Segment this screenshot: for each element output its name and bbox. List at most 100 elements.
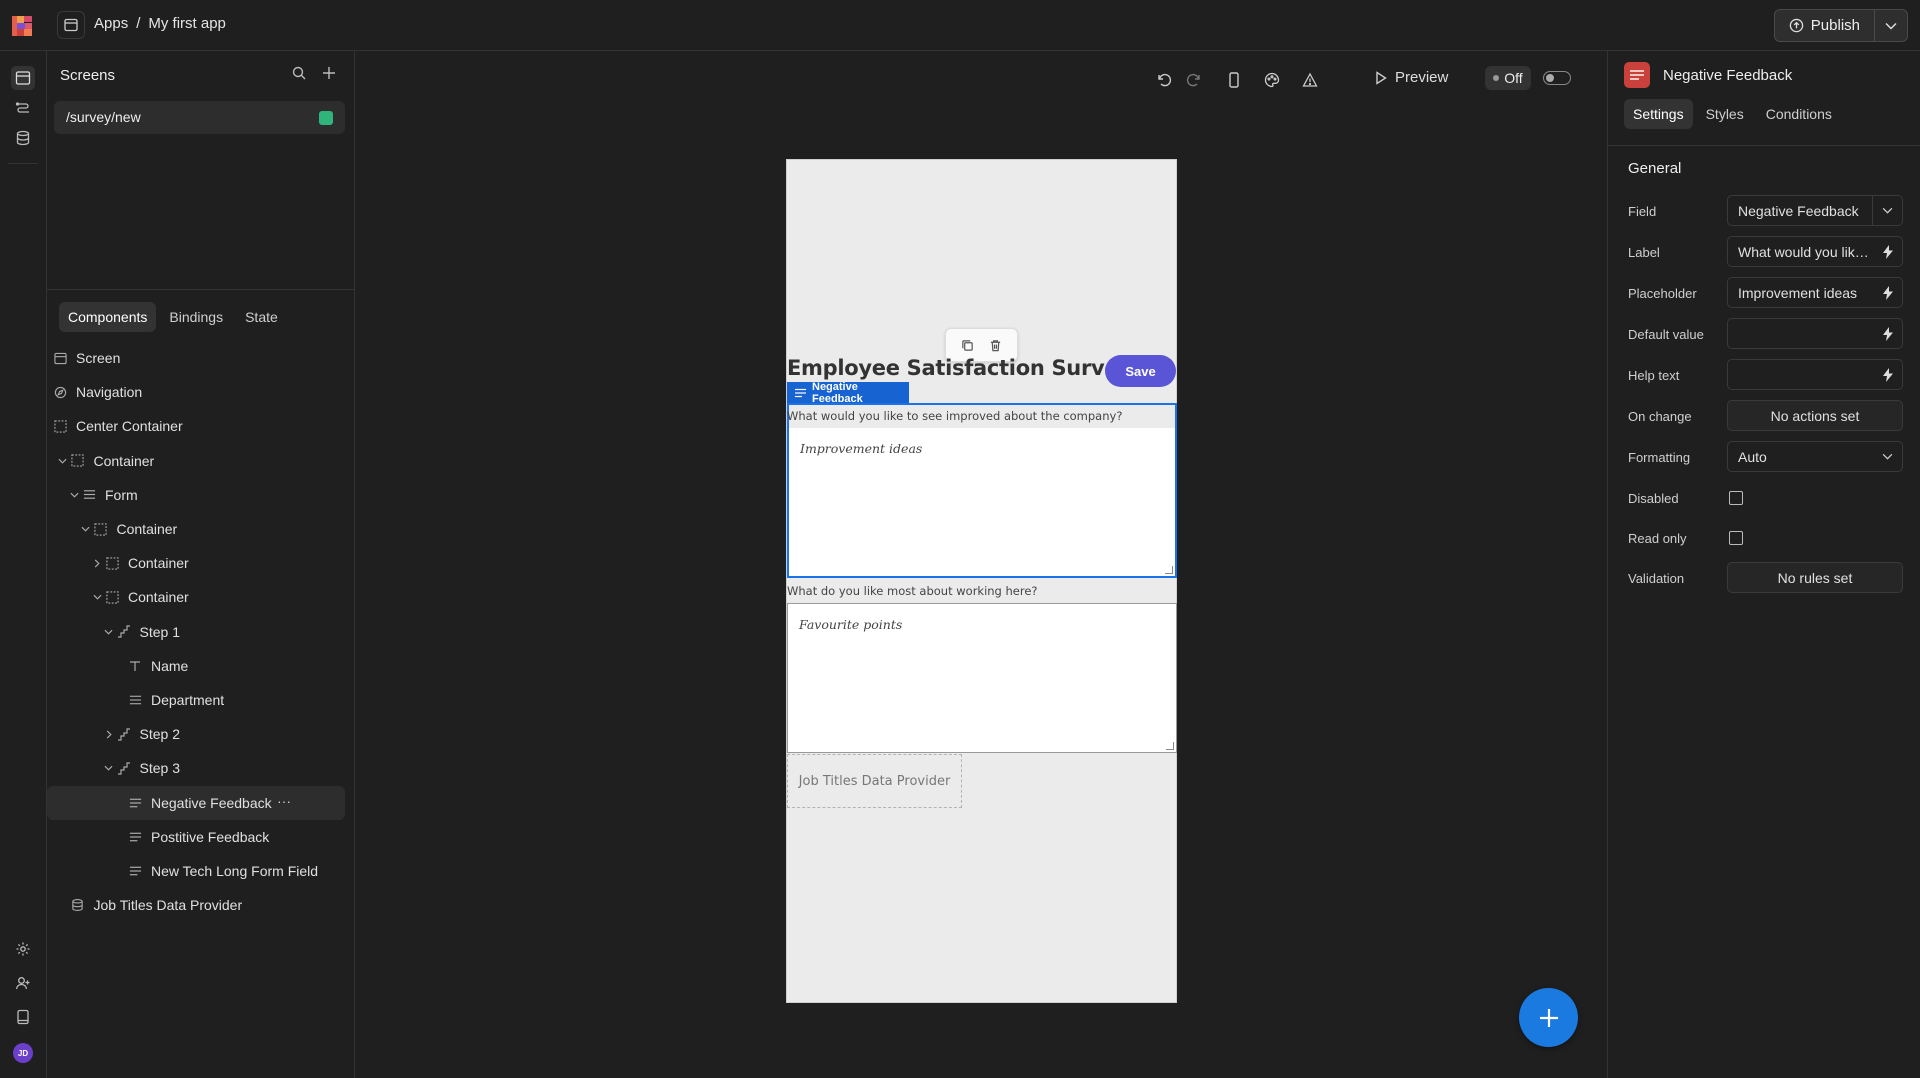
help-text-input[interactable] xyxy=(1727,359,1903,390)
flows-rail-icon[interactable] xyxy=(11,96,35,120)
screens-rail-icon[interactable] xyxy=(11,66,35,90)
chevron-down-icon[interactable] xyxy=(68,489,80,501)
chevron-down-icon[interactable] xyxy=(80,523,92,535)
placeholder-input[interactable]: Improvement ideas xyxy=(1727,277,1903,308)
tab-settings[interactable]: Settings xyxy=(1624,99,1693,129)
textarea-favourite[interactable]: Favourite points xyxy=(787,603,1177,753)
chevron-down-icon[interactable] xyxy=(91,591,103,603)
save-button[interactable]: Save xyxy=(1105,355,1176,387)
field-label-improvements: What would you like to see improved abou… xyxy=(787,409,1123,423)
validation-button[interactable]: No rules set xyxy=(1727,562,1903,593)
tree-item[interactable]: Department xyxy=(47,683,347,717)
default-value-input[interactable] xyxy=(1727,318,1903,349)
tree-item[interactable]: Step 1 xyxy=(47,615,347,649)
longform-icon xyxy=(128,864,142,878)
toggle-knob xyxy=(1546,73,1554,82)
tree-item[interactable]: Container xyxy=(47,512,347,546)
field-select-value: Negative Feedback xyxy=(1738,202,1859,219)
theme-palette-icon[interactable] xyxy=(1263,71,1281,89)
top-bar: Apps / My first app Publish xyxy=(0,0,1920,51)
tab-styles[interactable]: Styles xyxy=(1697,99,1753,129)
prop-label: Default value xyxy=(1628,327,1704,342)
longform-icon xyxy=(795,388,806,398)
field-select[interactable]: Negative Feedback xyxy=(1727,195,1903,226)
tree-item[interactable]: Form xyxy=(47,478,347,512)
search-icon[interactable] xyxy=(291,65,307,81)
disabled-checkbox[interactable] xyxy=(1729,491,1743,505)
tab-conditions[interactable]: Conditions xyxy=(1757,99,1841,129)
chevron-down-icon[interactable] xyxy=(103,762,115,774)
avatar[interactable]: JD xyxy=(13,1043,33,1063)
preview-toggle[interactable] xyxy=(1543,71,1571,85)
undo-icon[interactable] xyxy=(1155,71,1173,89)
resize-handle-icon[interactable] xyxy=(1165,566,1173,574)
tree-item[interactable]: Step 3 xyxy=(47,751,347,785)
bolt-icon[interactable] xyxy=(1874,319,1902,348)
prop-on-change: On change No actions set xyxy=(1628,400,1908,432)
textarea-improvements[interactable]: Improvement ideas xyxy=(789,428,1175,576)
formatting-select[interactable]: Auto xyxy=(1727,441,1903,472)
tab-bindings[interactable]: Bindings xyxy=(160,302,232,332)
tree-item[interactable]: New Tech Long Form Field xyxy=(47,854,347,888)
preview-label: Preview xyxy=(1395,69,1449,86)
duplicate-icon[interactable] xyxy=(961,339,974,352)
add-screen-icon[interactable] xyxy=(321,65,337,81)
inspector-divider xyxy=(1608,145,1920,146)
bolt-icon[interactable] xyxy=(1874,360,1902,389)
chevron-right-icon[interactable] xyxy=(103,728,115,740)
chevron-down-icon[interactable] xyxy=(103,626,115,638)
data-provider-placeholder[interactable]: Job Titles Data Provider xyxy=(787,754,962,808)
live-status-badge[interactable]: Off xyxy=(1485,66,1531,90)
sidebar-toggle-button[interactable] xyxy=(57,11,85,39)
tree-item[interactable]: Postitive Feedback xyxy=(47,820,347,854)
tree-item[interactable]: Step 2 xyxy=(47,717,347,751)
tree-item-label: Step 1 xyxy=(139,623,180,640)
breadcrumb-apps[interactable]: Apps xyxy=(94,15,128,32)
tree-item[interactable]: Name xyxy=(47,649,347,683)
chevron-down-icon xyxy=(1872,442,1902,471)
tree-item[interactable]: Screen xyxy=(47,341,347,375)
tree-item[interactable]: Container xyxy=(47,580,347,614)
rail-divider xyxy=(8,163,38,164)
tree-item[interactable]: Container xyxy=(47,546,347,580)
screen-item-survey-new[interactable]: /survey/new xyxy=(54,101,345,134)
publish-button[interactable]: Publish xyxy=(1775,10,1875,41)
tree-item[interactable]: Center Container xyxy=(47,409,347,443)
tree-item[interactable]: Job Titles Data Provider xyxy=(47,888,347,922)
settings-gear-icon[interactable] xyxy=(11,937,35,961)
tab-state[interactable]: State xyxy=(236,302,287,332)
bolt-icon[interactable] xyxy=(1874,237,1902,266)
tree-item-label: Negative Feedback xyxy=(151,794,272,811)
app-logo-icon[interactable] xyxy=(10,14,34,38)
warning-icon[interactable] xyxy=(1301,71,1319,89)
add-component-button[interactable] xyxy=(1519,988,1578,1047)
preview-button[interactable]: Preview xyxy=(1375,69,1448,86)
label-input[interactable]: What would you like... xyxy=(1727,236,1903,267)
step-icon xyxy=(117,727,131,741)
tab-components[interactable]: Components xyxy=(59,302,157,332)
container-icon xyxy=(94,522,108,536)
resize-handle-icon[interactable] xyxy=(1166,742,1174,750)
bolt-icon[interactable] xyxy=(1874,278,1902,307)
read-only-checkbox[interactable] xyxy=(1729,531,1743,545)
tree-item[interactable]: Navigation xyxy=(47,375,347,409)
on-change-button[interactable]: No actions set xyxy=(1727,400,1903,431)
tree-item[interactable]: Container xyxy=(47,444,347,478)
tree-item[interactable]: Negative Feedback ··· xyxy=(47,785,345,820)
trash-icon[interactable] xyxy=(989,339,1002,352)
panel-tabs: Components Bindings State xyxy=(59,302,287,332)
prop-disabled: Disabled xyxy=(1628,482,1908,514)
redo-icon[interactable] xyxy=(1185,71,1203,89)
breadcrumb-separator: / xyxy=(136,15,141,32)
data-rail-icon[interactable] xyxy=(11,126,35,150)
publish-options-button[interactable] xyxy=(1875,10,1907,41)
chevron-down-icon[interactable] xyxy=(57,455,69,467)
users-icon[interactable] xyxy=(11,971,35,995)
breadcrumb-current[interactable]: My first app xyxy=(148,15,226,32)
mobile-device-icon[interactable] xyxy=(1225,71,1243,89)
docs-icon[interactable] xyxy=(11,1005,35,1029)
chevron-right-icon[interactable] xyxy=(91,557,103,569)
more-options-icon[interactable]: ··· xyxy=(277,793,291,809)
